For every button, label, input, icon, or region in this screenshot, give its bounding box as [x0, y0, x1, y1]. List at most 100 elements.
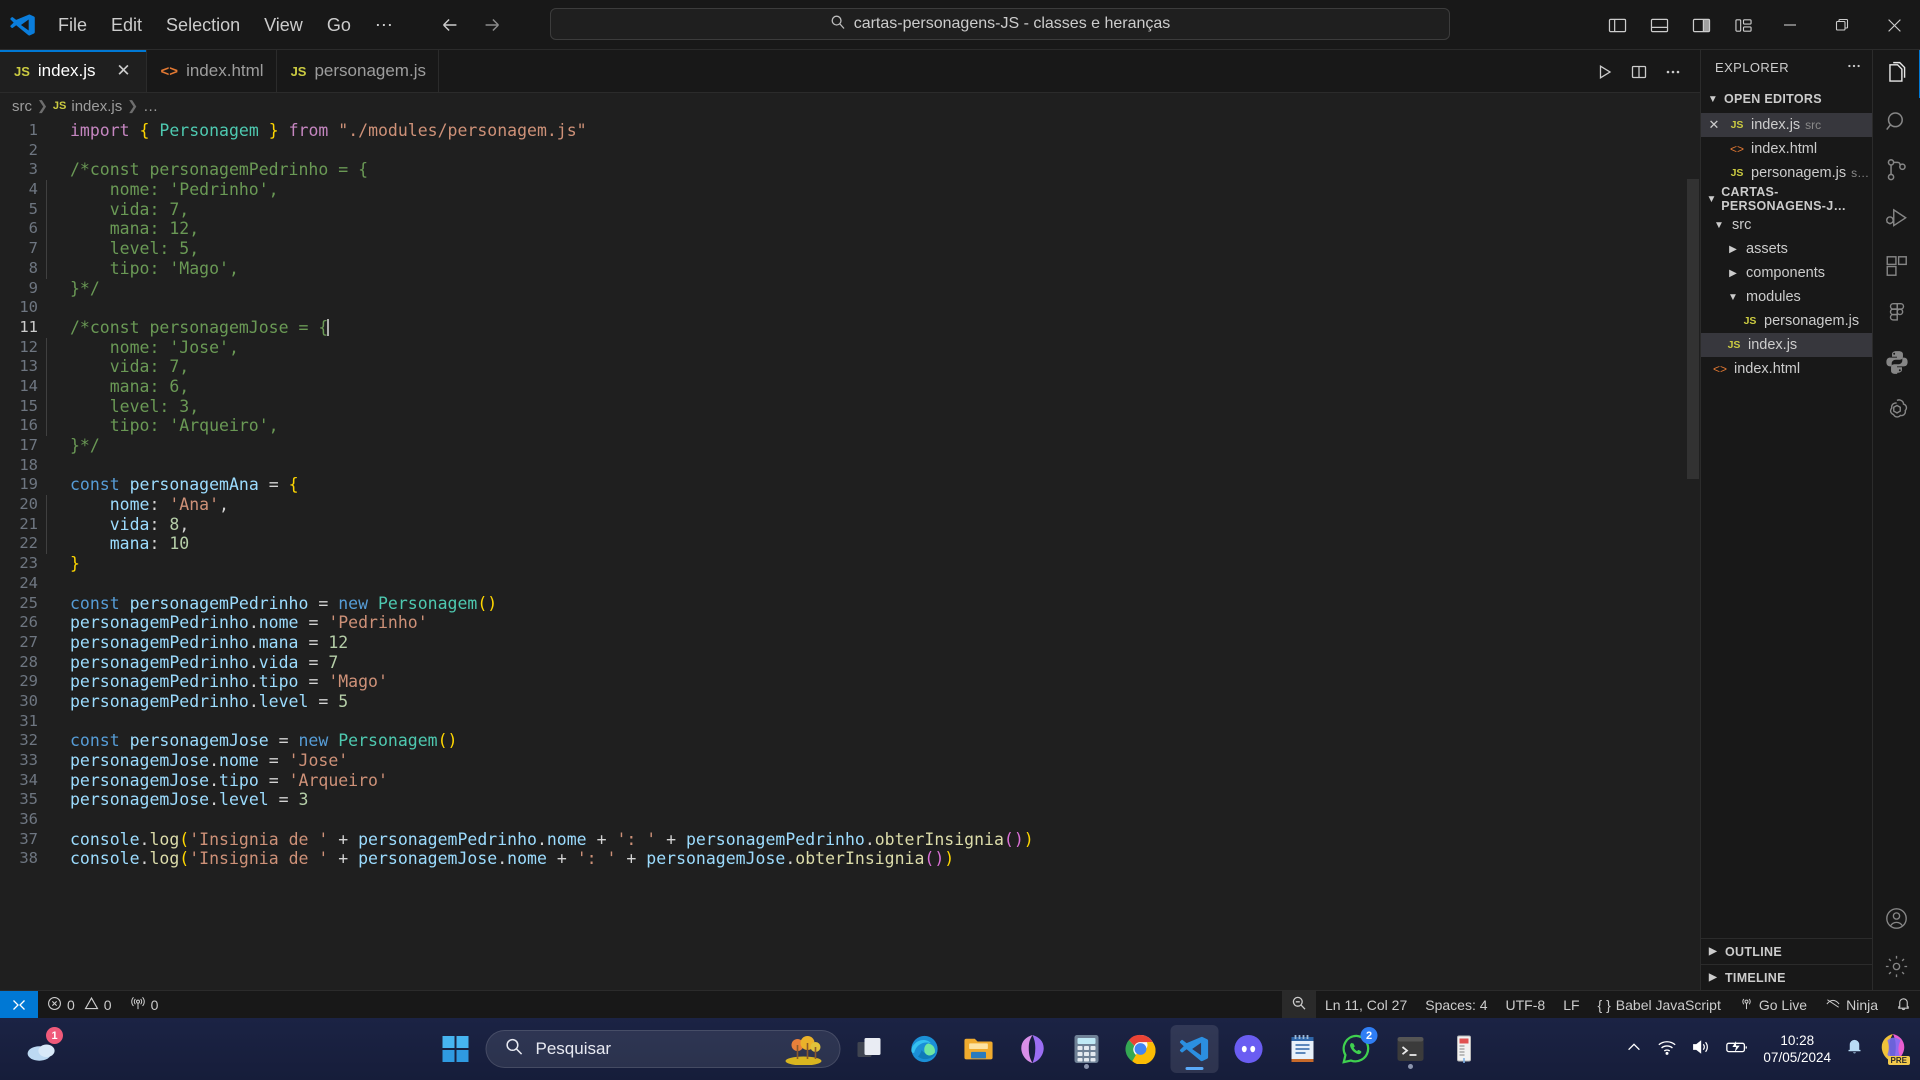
source-control-icon[interactable]: [1873, 146, 1920, 194]
section-open-editors[interactable]: ▼ OPEN EDITORS: [1701, 85, 1872, 113]
arrow-left-icon[interactable]: [435, 10, 465, 40]
code-line[interactable]: 38 console.log('Insignia de ' + personage…: [0, 849, 1700, 869]
breadcrumb-file[interactable]: index.js: [71, 98, 122, 115]
menu-selection[interactable]: Selection: [154, 9, 252, 41]
tree-folder-modules[interactable]: ▼ modules: [1701, 285, 1872, 309]
open-editor-index-js[interactable]: ✕ JS index.js src: [1701, 113, 1872, 137]
code-line[interactable]: 4 nome: 'Pedrinho',: [0, 180, 1700, 200]
ruler-app-icon[interactable]: [1441, 1025, 1489, 1073]
tab-personagem-js[interactable]: JS personagem.js: [276, 50, 439, 92]
whatsapp-icon[interactable]: 2: [1333, 1025, 1381, 1073]
account-icon[interactable]: [1873, 894, 1920, 942]
notification-bell-icon[interactable]: [1845, 1037, 1864, 1061]
battery-charging-icon[interactable]: [1725, 1038, 1749, 1061]
menu-edit[interactable]: Edit: [99, 9, 154, 41]
code-line[interactable]: 5 vida: 7,: [0, 199, 1700, 220]
explorer-icon[interactable]: [1873, 50, 1920, 98]
tab-index-js[interactable]: JS index.js ✕: [0, 50, 147, 92]
arrow-right-icon[interactable]: [477, 10, 507, 40]
indentation-setting[interactable]: Spaces: 4: [1416, 991, 1496, 1019]
windows-start-icon[interactable]: [432, 1025, 480, 1073]
file-explorer-icon[interactable]: [955, 1025, 1003, 1073]
editor-vertical-scrollbar[interactable]: [1686, 119, 1700, 990]
run-code-button[interactable]: [1590, 57, 1620, 87]
python-icon[interactable]: [1873, 338, 1920, 386]
run-and-debug-icon[interactable]: [1873, 194, 1920, 242]
visual-studio-code-icon[interactable]: [1170, 1025, 1219, 1073]
open-editor-index-html[interactable]: <> index.html: [1701, 137, 1872, 161]
code-line[interactable]: 37 console.log('Insignia de ' + personage…: [0, 830, 1700, 850]
command-center[interactable]: cartas-personagens-JS - classes e heranç…: [550, 8, 1450, 40]
google-chrome-icon[interactable]: [1117, 1025, 1165, 1073]
code-line[interactable]: 31: [0, 712, 1700, 732]
volume-icon[interactable]: [1691, 1038, 1711, 1061]
code-line[interactable]: 22 mana: 10: [0, 534, 1700, 555]
code-line[interactable]: 2: [0, 141, 1700, 161]
tree-file-index-html[interactable]: <> index.html: [1701, 357, 1872, 381]
search-icon[interactable]: [1873, 98, 1920, 146]
calculator-icon[interactable]: [1063, 1025, 1111, 1073]
section-project-root[interactable]: ▼ CARTAS-PERSONAGENS-J…: [1701, 185, 1872, 213]
code-line[interactable]: 20 nome: 'Ana',: [0, 495, 1700, 515]
go-live-button[interactable]: Go Live: [1730, 991, 1816, 1019]
menu-go[interactable]: Go: [315, 9, 363, 41]
section-outline[interactable]: ▶ OUTLINE: [1701, 938, 1872, 964]
notifications-bell[interactable]: [1887, 991, 1920, 1019]
code-line[interactable]: 29 personagemPedrinho.tipo = 'Mago': [0, 672, 1700, 692]
scrollbar-thumb[interactable]: [1687, 179, 1699, 479]
code-line[interactable]: 34 personagemJose.tipo = 'Arqueiro': [0, 771, 1700, 791]
breadcrumb-symbols[interactable]: …: [143, 98, 158, 115]
task-view-icon[interactable]: [847, 1025, 895, 1073]
tree-folder-components[interactable]: ▶ components: [1701, 261, 1872, 285]
customize-layout-button[interactable]: [1722, 5, 1764, 45]
tree-file-personagem-js[interactable]: JS personagem.js: [1701, 309, 1872, 333]
ninja-indicator[interactable]: Ninja: [1816, 991, 1887, 1019]
ports-indicator[interactable]: 0: [121, 991, 168, 1019]
taskbar-search[interactable]: Pesquisar: [485, 1030, 841, 1068]
code-line[interactable]: 16 tipo: 'Arqueiro',: [0, 416, 1700, 436]
extensions-icon[interactable]: [1873, 242, 1920, 290]
code-line[interactable]: 1 import { Personagem } from "./modules/p…: [0, 121, 1700, 141]
problems-warnings[interactable]: 0: [84, 991, 121, 1019]
code-line[interactable]: 15 level: 3,: [0, 396, 1700, 417]
code-line[interactable]: 30 personagemPedrinho.level = 5: [0, 692, 1700, 712]
code-line[interactable]: 28 personagemPedrinho.vida = 7: [0, 653, 1700, 673]
taskbar-widgets[interactable]: 1: [18, 1025, 66, 1073]
language-mode[interactable]: { } Babel JavaScript: [1589, 991, 1730, 1019]
tree-folder-src[interactable]: ▼ src: [1701, 213, 1872, 237]
menu-more[interactable]: ⋯: [363, 9, 405, 41]
code-line[interactable]: 8 tipo: 'Mago',: [0, 258, 1700, 279]
code-line[interactable]: 26 personagemPedrinho.nome = 'Pedrinho': [0, 613, 1700, 633]
remote-window-indicator[interactable]: [0, 990, 38, 1019]
editor-position[interactable]: Ln 11, Col 27: [1316, 991, 1416, 1019]
code-line[interactable]: 27 personagemPedrinho.mana = 12: [0, 633, 1700, 653]
code-line[interactable]: 9}*/: [0, 279, 1700, 299]
code-line[interactable]: 18: [0, 456, 1700, 476]
code-line[interactable]: 24: [0, 574, 1700, 594]
code-line[interactable]: 33 personagemJose.nome = 'Jose': [0, 751, 1700, 771]
code-line[interactable]: 35 personagemJose.level = 3: [0, 790, 1700, 810]
minimize-button[interactable]: [1764, 0, 1816, 50]
toggle-secondary-sidebar-button[interactable]: [1680, 5, 1722, 45]
figma-icon[interactable]: [1873, 290, 1920, 338]
tree-file-index-js[interactable]: JS index.js: [1701, 333, 1872, 357]
code-line[interactable]: 17}*/: [0, 436, 1700, 456]
code-editor[interactable]: 1 import { Personagem } from "./modules/p…: [0, 119, 1700, 990]
code-line[interactable]: 10: [0, 298, 1700, 318]
code-line[interactable]: 7 level: 5,: [0, 239, 1700, 259]
weather-widget-icon[interactable]: 1: [18, 1025, 66, 1073]
close-icon[interactable]: ✕: [1705, 117, 1723, 133]
show-hidden-icons-icon[interactable]: [1625, 1038, 1643, 1061]
code-line[interactable]: 13 vida: 7,: [0, 357, 1700, 377]
code-line[interactable]: 36: [0, 810, 1700, 830]
breadcrumb-src[interactable]: src: [12, 98, 32, 115]
close-button[interactable]: [1868, 0, 1920, 50]
eol-setting[interactable]: LF: [1554, 991, 1588, 1019]
restore-button[interactable]: [1816, 0, 1868, 50]
more-actions-icon[interactable]: [1846, 58, 1862, 77]
more-actions-button[interactable]: [1658, 57, 1688, 87]
split-editor-button[interactable]: [1624, 57, 1654, 87]
menu-view[interactable]: View: [252, 9, 315, 41]
windows-terminal-icon[interactable]: [1387, 1025, 1435, 1073]
notepad-icon[interactable]: [1279, 1025, 1327, 1073]
